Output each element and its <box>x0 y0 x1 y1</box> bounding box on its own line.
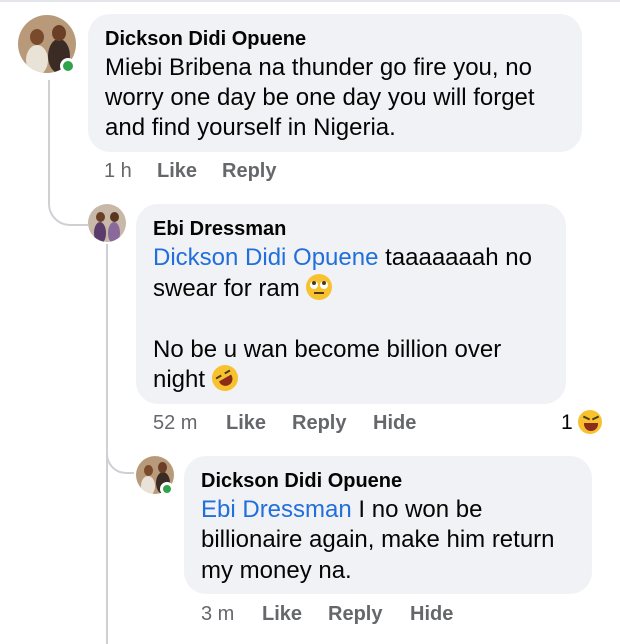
comment-text-line: my money na. <box>201 557 352 584</box>
rolling-on-floor-laughing-icon <box>206 360 243 396</box>
top-divider <box>0 0 620 2</box>
hide-button[interactable]: Hide <box>373 412 416 435</box>
reply-button[interactable]: Reply <box>328 603 382 626</box>
comment-timestamp[interactable]: 52 m <box>153 412 197 435</box>
comment-timestamp[interactable]: 1 h <box>104 160 132 183</box>
mention-link[interactable]: Ebi Dressman <box>201 496 352 523</box>
comment-text-line: billionaire again, make him return <box>201 526 555 553</box>
thread-line-curve <box>48 196 88 226</box>
comment-text-line: Ebi Dressman I no won be <box>201 495 482 525</box>
hide-button[interactable]: Hide <box>410 603 453 626</box>
avatar[interactable] <box>88 204 126 242</box>
like-button[interactable]: Like <box>157 160 197 183</box>
thread-line <box>48 80 50 198</box>
reply-button[interactable]: Reply <box>292 412 346 435</box>
comment-text-line: Dickson Didi Opuene taaaaaaah no <box>153 243 532 273</box>
mention-link[interactable]: Dickson Didi Opuene <box>153 244 378 271</box>
comment-text: taaaaaaah no <box>378 244 532 271</box>
comment-timestamp[interactable]: 3 m <box>201 603 234 626</box>
comment-text-line: Miebi Bribena na thunder go fire you, no <box>105 54 532 81</box>
comment-author[interactable]: Dickson Didi Opuene <box>105 28 306 51</box>
laughing-reaction-icon[interactable] <box>576 408 604 436</box>
comment-text: swear for ram <box>153 275 300 302</box>
comment-text-line: swear for ram <box>153 274 333 304</box>
comment-text-line: and find yourself in Nigeria. <box>105 114 396 141</box>
reply-button[interactable]: Reply <box>222 160 276 183</box>
reaction-count[interactable]: 1 <box>561 411 573 435</box>
thread-line-curve <box>106 440 134 474</box>
comment-text-line: worry one day be one day you will forget <box>105 84 535 111</box>
like-button[interactable]: Like <box>226 412 266 435</box>
online-status-icon <box>60 58 76 74</box>
comment-author[interactable]: Ebi Dressman <box>153 218 286 241</box>
comment-text: night <box>153 366 206 393</box>
like-button[interactable]: Like <box>262 603 302 626</box>
comment-text: I no won be <box>351 496 483 523</box>
comment-text-line: night <box>153 360 243 396</box>
face-with-rolling-eyes-icon <box>306 274 333 300</box>
online-status-icon <box>160 482 174 496</box>
comment-text-line: No be u wan become billion over <box>153 336 502 363</box>
comment-author[interactable]: Dickson Didi Opuene <box>201 470 402 493</box>
